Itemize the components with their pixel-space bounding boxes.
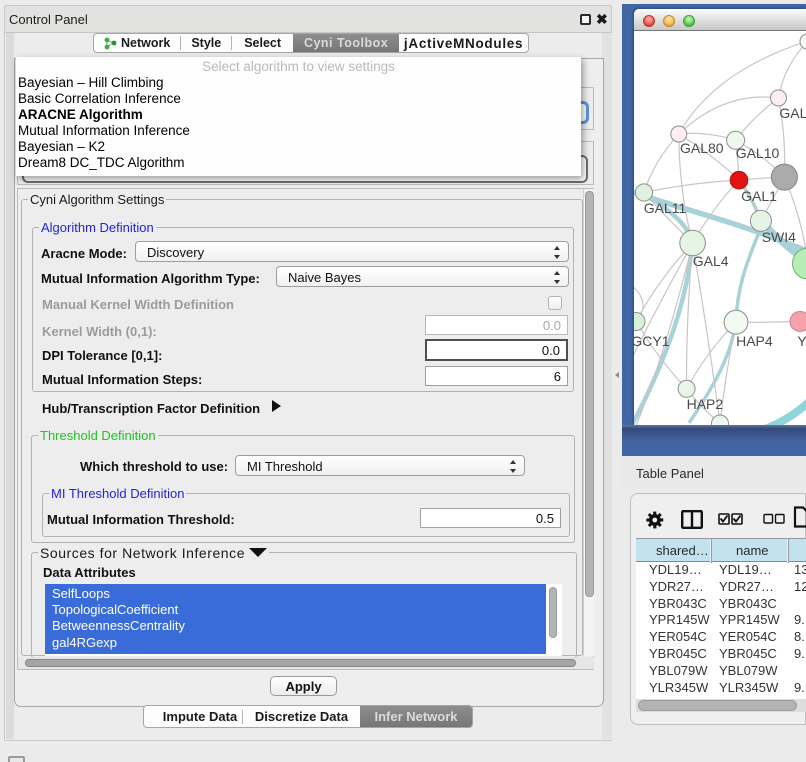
svg-text:HAP4: HAP4: [736, 333, 773, 349]
svg-text:GAL1: GAL1: [741, 188, 777, 204]
svg-text:GAL11: GAL11: [644, 200, 687, 216]
svg-text:HAP2: HAP2: [687, 396, 724, 412]
svg-text:GAL4: GAL4: [693, 253, 729, 269]
svg-text:SWI4: SWI4: [762, 229, 796, 245]
svg-text:GAL10: GAL10: [736, 145, 780, 161]
svg-text:Y: Y: [797, 333, 806, 349]
svg-text:GAL7: GAL7: [779, 105, 806, 121]
svg-text:GCY1: GCY1: [634, 333, 670, 349]
svg-text:GAL80: GAL80: [680, 140, 724, 156]
